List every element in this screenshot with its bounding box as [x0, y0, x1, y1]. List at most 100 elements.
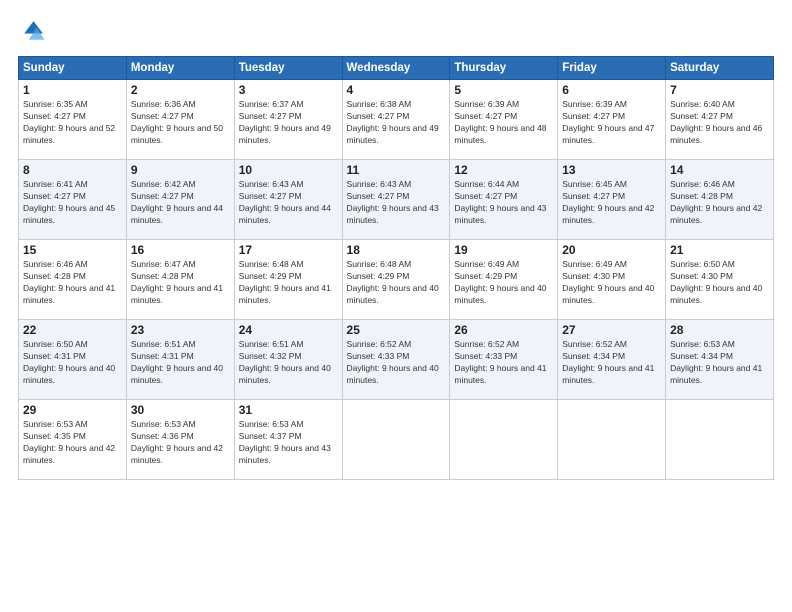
day-number: 17 [239, 243, 338, 257]
calendar-table: SundayMondayTuesdayWednesdayThursdayFrid… [18, 56, 774, 480]
header-cell: Thursday [450, 57, 558, 80]
header-cell: Tuesday [234, 57, 342, 80]
day-cell: 11 Sunrise: 6:43 AMSunset: 4:27 PMDaylig… [342, 160, 450, 240]
day-cell: 2 Sunrise: 6:36 AMSunset: 4:27 PMDayligh… [126, 80, 234, 160]
day-number: 13 [562, 163, 661, 177]
day-cell: 10 Sunrise: 6:43 AMSunset: 4:27 PMDaylig… [234, 160, 342, 240]
day-cell: 27 Sunrise: 6:52 AMSunset: 4:34 PMDaylig… [558, 320, 666, 400]
day-cell: 13 Sunrise: 6:45 AMSunset: 4:27 PMDaylig… [558, 160, 666, 240]
day-info: Sunrise: 6:52 AMSunset: 4:33 PMDaylight:… [454, 339, 546, 385]
day-info: Sunrise: 6:46 AMSunset: 4:28 PMDaylight:… [23, 259, 115, 305]
header-cell: Friday [558, 57, 666, 80]
day-number: 27 [562, 323, 661, 337]
day-info: Sunrise: 6:42 AMSunset: 4:27 PMDaylight:… [131, 179, 223, 225]
day-number: 26 [454, 323, 553, 337]
day-info: Sunrise: 6:48 AMSunset: 4:29 PMDaylight:… [347, 259, 439, 305]
day-cell: 31 Sunrise: 6:53 AMSunset: 4:37 PMDaylig… [234, 400, 342, 480]
day-info: Sunrise: 6:35 AMSunset: 4:27 PMDaylight:… [23, 99, 115, 145]
day-cell: 22 Sunrise: 6:50 AMSunset: 4:31 PMDaylig… [19, 320, 127, 400]
day-number: 1 [23, 83, 122, 97]
day-number: 25 [347, 323, 446, 337]
day-cell: 25 Sunrise: 6:52 AMSunset: 4:33 PMDaylig… [342, 320, 450, 400]
day-number: 24 [239, 323, 338, 337]
day-number: 10 [239, 163, 338, 177]
day-info: Sunrise: 6:41 AMSunset: 4:27 PMDaylight:… [23, 179, 115, 225]
day-number: 28 [670, 323, 769, 337]
header-cell: Monday [126, 57, 234, 80]
week-row: 15 Sunrise: 6:46 AMSunset: 4:28 PMDaylig… [19, 240, 774, 320]
day-cell: 30 Sunrise: 6:53 AMSunset: 4:36 PMDaylig… [126, 400, 234, 480]
day-number: 12 [454, 163, 553, 177]
day-cell: 14 Sunrise: 6:46 AMSunset: 4:28 PMDaylig… [666, 160, 774, 240]
day-cell: 9 Sunrise: 6:42 AMSunset: 4:27 PMDayligh… [126, 160, 234, 240]
day-cell: 7 Sunrise: 6:40 AMSunset: 4:27 PMDayligh… [666, 80, 774, 160]
day-number: 11 [347, 163, 446, 177]
day-cell: 28 Sunrise: 6:53 AMSunset: 4:34 PMDaylig… [666, 320, 774, 400]
header-cell: Wednesday [342, 57, 450, 80]
day-info: Sunrise: 6:43 AMSunset: 4:27 PMDaylight:… [239, 179, 331, 225]
day-info: Sunrise: 6:44 AMSunset: 4:27 PMDaylight:… [454, 179, 546, 225]
day-info: Sunrise: 6:36 AMSunset: 4:27 PMDaylight:… [131, 99, 223, 145]
day-number: 4 [347, 83, 446, 97]
day-info: Sunrise: 6:39 AMSunset: 4:27 PMDaylight:… [454, 99, 546, 145]
day-number: 15 [23, 243, 122, 257]
day-info: Sunrise: 6:46 AMSunset: 4:28 PMDaylight:… [670, 179, 762, 225]
day-info: Sunrise: 6:38 AMSunset: 4:27 PMDaylight:… [347, 99, 439, 145]
day-number: 8 [23, 163, 122, 177]
header [18, 18, 774, 46]
logo-icon [18, 18, 46, 46]
day-number: 9 [131, 163, 230, 177]
day-info: Sunrise: 6:49 AMSunset: 4:30 PMDaylight:… [562, 259, 654, 305]
day-number: 20 [562, 243, 661, 257]
day-cell: 19 Sunrise: 6:49 AMSunset: 4:29 PMDaylig… [450, 240, 558, 320]
day-cell: 6 Sunrise: 6:39 AMSunset: 4:27 PMDayligh… [558, 80, 666, 160]
day-info: Sunrise: 6:37 AMSunset: 4:27 PMDaylight:… [239, 99, 331, 145]
week-row: 22 Sunrise: 6:50 AMSunset: 4:31 PMDaylig… [19, 320, 774, 400]
day-number: 7 [670, 83, 769, 97]
day-info: Sunrise: 6:53 AMSunset: 4:35 PMDaylight:… [23, 419, 115, 465]
week-row: 1 Sunrise: 6:35 AMSunset: 4:27 PMDayligh… [19, 80, 774, 160]
header-cell: Sunday [19, 57, 127, 80]
logo [18, 18, 50, 46]
day-info: Sunrise: 6:49 AMSunset: 4:29 PMDaylight:… [454, 259, 546, 305]
day-number: 29 [23, 403, 122, 417]
day-info: Sunrise: 6:40 AMSunset: 4:27 PMDaylight:… [670, 99, 762, 145]
day-number: 3 [239, 83, 338, 97]
day-cell: 4 Sunrise: 6:38 AMSunset: 4:27 PMDayligh… [342, 80, 450, 160]
week-row: 29 Sunrise: 6:53 AMSunset: 4:35 PMDaylig… [19, 400, 774, 480]
day-number: 21 [670, 243, 769, 257]
day-number: 30 [131, 403, 230, 417]
day-cell: 16 Sunrise: 6:47 AMSunset: 4:28 PMDaylig… [126, 240, 234, 320]
day-number: 22 [23, 323, 122, 337]
day-number: 18 [347, 243, 446, 257]
day-number: 14 [670, 163, 769, 177]
day-cell: 5 Sunrise: 6:39 AMSunset: 4:27 PMDayligh… [450, 80, 558, 160]
day-cell: 29 Sunrise: 6:53 AMSunset: 4:35 PMDaylig… [19, 400, 127, 480]
week-row: 8 Sunrise: 6:41 AMSunset: 4:27 PMDayligh… [19, 160, 774, 240]
day-cell: 21 Sunrise: 6:50 AMSunset: 4:30 PMDaylig… [666, 240, 774, 320]
day-number: 16 [131, 243, 230, 257]
day-cell: 24 Sunrise: 6:51 AMSunset: 4:32 PMDaylig… [234, 320, 342, 400]
day-number: 31 [239, 403, 338, 417]
day-cell: 8 Sunrise: 6:41 AMSunset: 4:27 PMDayligh… [19, 160, 127, 240]
day-info: Sunrise: 6:51 AMSunset: 4:31 PMDaylight:… [131, 339, 223, 385]
day-cell [666, 400, 774, 480]
day-info: Sunrise: 6:51 AMSunset: 4:32 PMDaylight:… [239, 339, 331, 385]
day-info: Sunrise: 6:53 AMSunset: 4:34 PMDaylight:… [670, 339, 762, 385]
day-number: 23 [131, 323, 230, 337]
day-cell: 23 Sunrise: 6:51 AMSunset: 4:31 PMDaylig… [126, 320, 234, 400]
day-info: Sunrise: 6:50 AMSunset: 4:30 PMDaylight:… [670, 259, 762, 305]
header-cell: Saturday [666, 57, 774, 80]
day-info: Sunrise: 6:53 AMSunset: 4:37 PMDaylight:… [239, 419, 331, 465]
day-cell: 20 Sunrise: 6:49 AMSunset: 4:30 PMDaylig… [558, 240, 666, 320]
day-info: Sunrise: 6:47 AMSunset: 4:28 PMDaylight:… [131, 259, 223, 305]
day-cell [450, 400, 558, 480]
day-cell: 26 Sunrise: 6:52 AMSunset: 4:33 PMDaylig… [450, 320, 558, 400]
day-number: 6 [562, 83, 661, 97]
day-info: Sunrise: 6:52 AMSunset: 4:33 PMDaylight:… [347, 339, 439, 385]
day-cell: 18 Sunrise: 6:48 AMSunset: 4:29 PMDaylig… [342, 240, 450, 320]
day-info: Sunrise: 6:50 AMSunset: 4:31 PMDaylight:… [23, 339, 115, 385]
day-info: Sunrise: 6:39 AMSunset: 4:27 PMDaylight:… [562, 99, 654, 145]
day-info: Sunrise: 6:48 AMSunset: 4:29 PMDaylight:… [239, 259, 331, 305]
page: SundayMondayTuesdayWednesdayThursdayFrid… [0, 0, 792, 612]
